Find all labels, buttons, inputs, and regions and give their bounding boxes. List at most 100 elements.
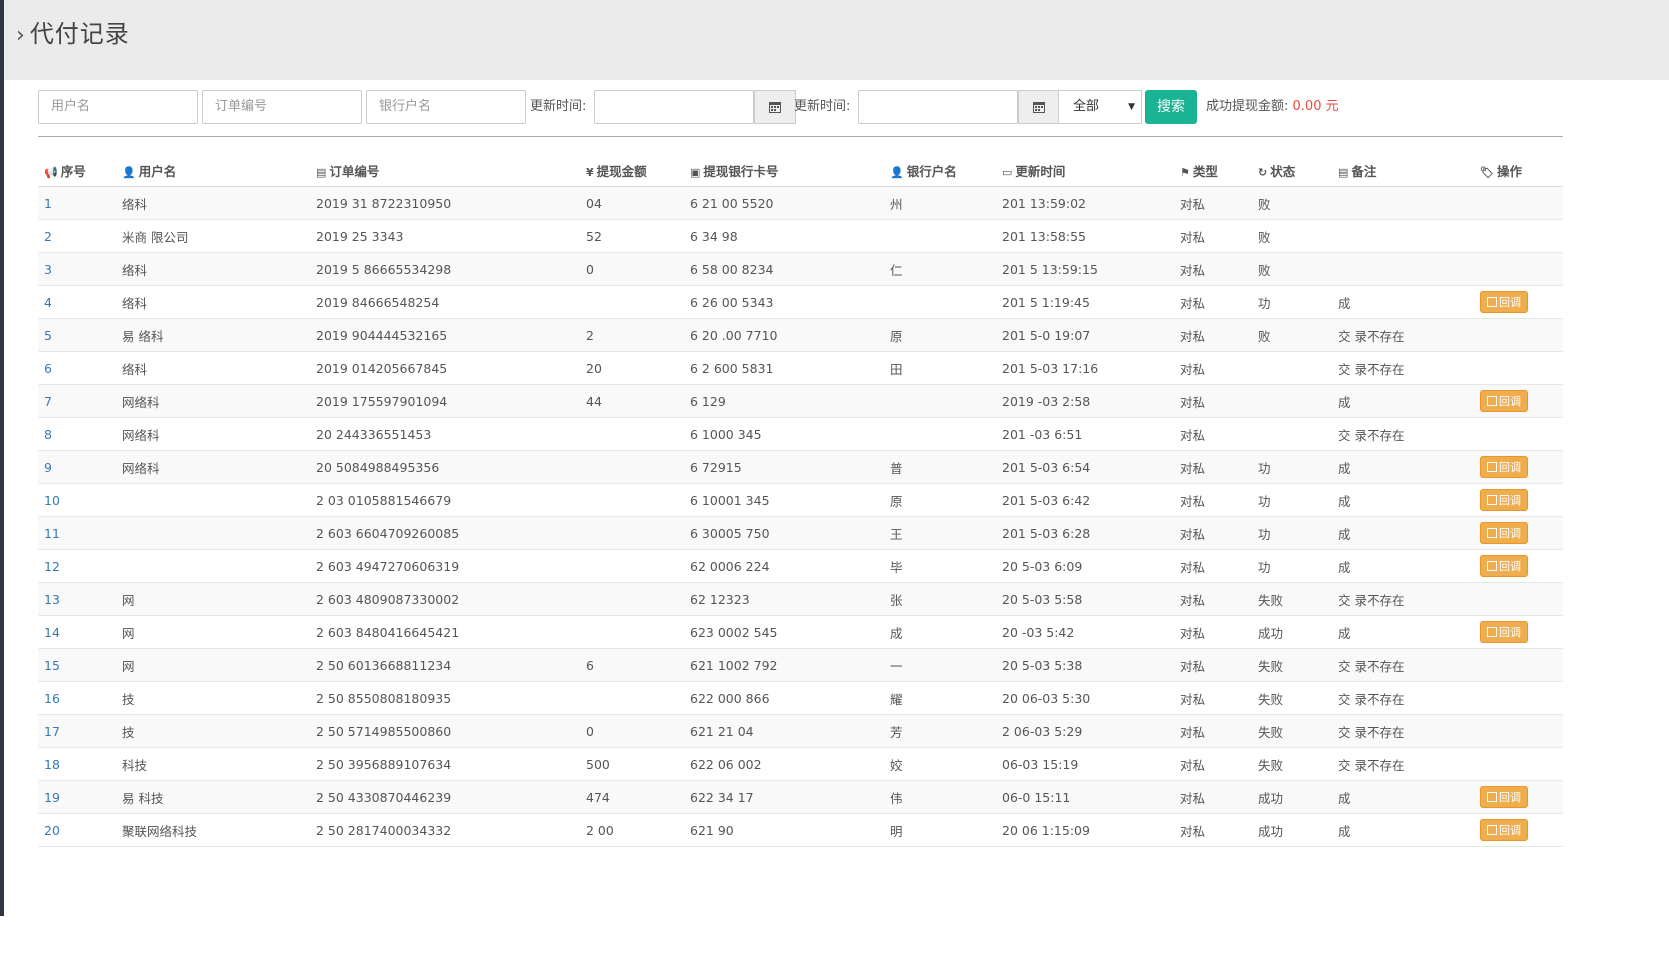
cell-card: 6 58 00 8234 (684, 252, 884, 286)
cell-index[interactable]: 14 (38, 615, 116, 649)
cell-index[interactable]: 6 (38, 351, 116, 385)
cell-index[interactable]: 1 (38, 186, 116, 220)
update-time-start-input[interactable] (594, 90, 754, 124)
calendar-icon[interactable] (1018, 90, 1060, 124)
col-card[interactable]: ▣ 提现银行卡号 (684, 154, 884, 187)
cell-index[interactable]: 8 (38, 417, 116, 451)
username-input[interactable]: 用户名 (38, 90, 198, 124)
user-icon: 👤 (890, 165, 904, 179)
cell-action: 回调 (1474, 516, 1563, 550)
external-link-icon (1487, 528, 1497, 538)
cell-time: 2019 -03 2:58 (996, 384, 1174, 418)
cell-type: 对私 (1174, 285, 1252, 319)
col-amount[interactable]: ¥ 提现金额 (580, 154, 684, 187)
cell-type: 对私 (1174, 483, 1252, 517)
cell-action (1474, 219, 1563, 253)
cell-amount: 44 (580, 384, 684, 418)
col-index[interactable]: 📢 序号 (38, 154, 116, 187)
cell-card: 6 2 600 5831 (684, 351, 884, 385)
cell-index[interactable]: 17 (38, 714, 116, 748)
callback-button[interactable]: 回调 (1480, 786, 1528, 808)
cell-username: 科技 (116, 747, 310, 781)
cell-time: 20 -03 5:42 (996, 615, 1174, 649)
cell-index[interactable]: 12 (38, 549, 116, 583)
calendar-icon[interactable] (754, 90, 796, 124)
cell-card: 62 0006 224 (684, 549, 884, 583)
cell-index[interactable]: 7 (38, 384, 116, 418)
callback-button[interactable]: 回调 (1480, 819, 1528, 841)
update-time-label-start: 更新时间: (530, 99, 587, 114)
bullhorn-icon: 📢 (44, 165, 58, 179)
cell-index[interactable]: 9 (38, 450, 116, 484)
cell-order: 2 50 6013668811234 (310, 648, 580, 682)
cell-index[interactable]: 16 (38, 681, 116, 715)
cell-order: 2 50 3956889107634 (310, 747, 580, 781)
col-order[interactable]: ▤ 订单编号 (310, 154, 580, 187)
type-select[interactable]: 全部 ▼ (1058, 90, 1142, 124)
callback-label: 回调 (1499, 824, 1521, 837)
update-time-end-input[interactable] (858, 90, 1018, 124)
cell-status: 失败 (1252, 747, 1332, 781)
external-link-icon (1487, 561, 1497, 571)
cell-amount (580, 615, 684, 649)
callback-button[interactable]: 回调 (1480, 522, 1528, 544)
cell-type: 对私 (1174, 186, 1252, 220)
cell-index[interactable]: 3 (38, 252, 116, 286)
callback-button[interactable]: 回调 (1480, 456, 1528, 478)
col-username[interactable]: 👤 用户名 (116, 154, 310, 187)
order-number-input[interactable]: 订单编号 (202, 90, 362, 124)
cell-card: 621 1002 792 (684, 648, 884, 682)
cell-username: 络科 (116, 351, 310, 385)
cell-index[interactable]: 13 (38, 582, 116, 616)
cell-type: 对私 (1174, 318, 1252, 352)
cell-order: 2 50 2817400034332 (310, 813, 580, 847)
callback-button[interactable]: 回调 (1480, 555, 1528, 577)
cell-index[interactable]: 15 (38, 648, 116, 682)
refresh-icon: ↻ (1258, 165, 1268, 179)
cell-remark: 成 (1332, 813, 1474, 847)
cell-type: 对私 (1174, 384, 1252, 418)
cell-index[interactable]: 5 (38, 318, 116, 352)
cell-index[interactable]: 11 (38, 516, 116, 550)
cell-action: 回调 (1474, 615, 1563, 649)
col-remark[interactable]: ▤ 备注 (1332, 154, 1474, 187)
callback-button[interactable]: 回调 (1480, 390, 1528, 412)
cell-type: 对私 (1174, 549, 1252, 583)
cell-index[interactable]: 10 (38, 483, 116, 517)
callback-button[interactable]: 回调 (1480, 621, 1528, 643)
col-type[interactable]: ⚑ 类型 (1174, 154, 1252, 187)
cell-amount: 0 (580, 714, 684, 748)
cell-username: 易 科技 (116, 780, 310, 814)
cell-bank-name: 姣 (884, 747, 996, 781)
search-button[interactable]: 搜索 (1145, 90, 1197, 124)
cell-card: 6 26 00 5343 (684, 285, 884, 319)
cell-time: 201 5-03 17:16 (996, 351, 1174, 385)
callback-button[interactable]: 回调 (1480, 291, 1528, 313)
filter-bar: 用户名 订单编号 银行户名 更新时间: 更新时间: 全部 ▼ 搜索 成功提现金额:… (38, 90, 1668, 126)
callback-button[interactable]: 回调 (1480, 489, 1528, 511)
cell-index[interactable]: 4 (38, 285, 116, 319)
cell-remark: 交 录不存在 (1332, 648, 1474, 682)
col-update-time[interactable]: ▭ 更新时间 (996, 154, 1174, 187)
bank-name-input[interactable]: 银行户名 (366, 90, 526, 124)
cell-time: 06-03 15:19 (996, 747, 1174, 781)
cell-status (1252, 351, 1332, 385)
cell-order: 2019 25 3343 (310, 219, 580, 253)
cell-status: 失败 (1252, 681, 1332, 715)
cell-amount: 500 (580, 747, 684, 781)
col-bank-name[interactable]: 👤 银行户名 (884, 154, 996, 187)
cell-status: 失败 (1252, 582, 1332, 616)
cell-index[interactable]: 18 (38, 747, 116, 781)
cell-index[interactable]: 20 (38, 813, 116, 847)
table-row: 9 网络科 20 5084988495356 6 72915 普 201 5-03 6:5… (38, 450, 1563, 484)
cell-index[interactable]: 2 (38, 219, 116, 253)
table-row: 16 技 2 50 8550808180935 622 000 866 耀 20 06-0… (38, 681, 1563, 715)
col-action[interactable]: 🏷 操作 (1474, 154, 1563, 187)
cell-card: 6 34 98 (684, 219, 884, 253)
cell-amount: 2 (580, 318, 684, 352)
col-status[interactable]: ↻ 状态 (1252, 154, 1332, 187)
cell-index[interactable]: 19 (38, 780, 116, 814)
cell-username (116, 483, 310, 517)
cell-remark: 成 (1332, 780, 1474, 814)
cell-amount: 52 (580, 219, 684, 253)
